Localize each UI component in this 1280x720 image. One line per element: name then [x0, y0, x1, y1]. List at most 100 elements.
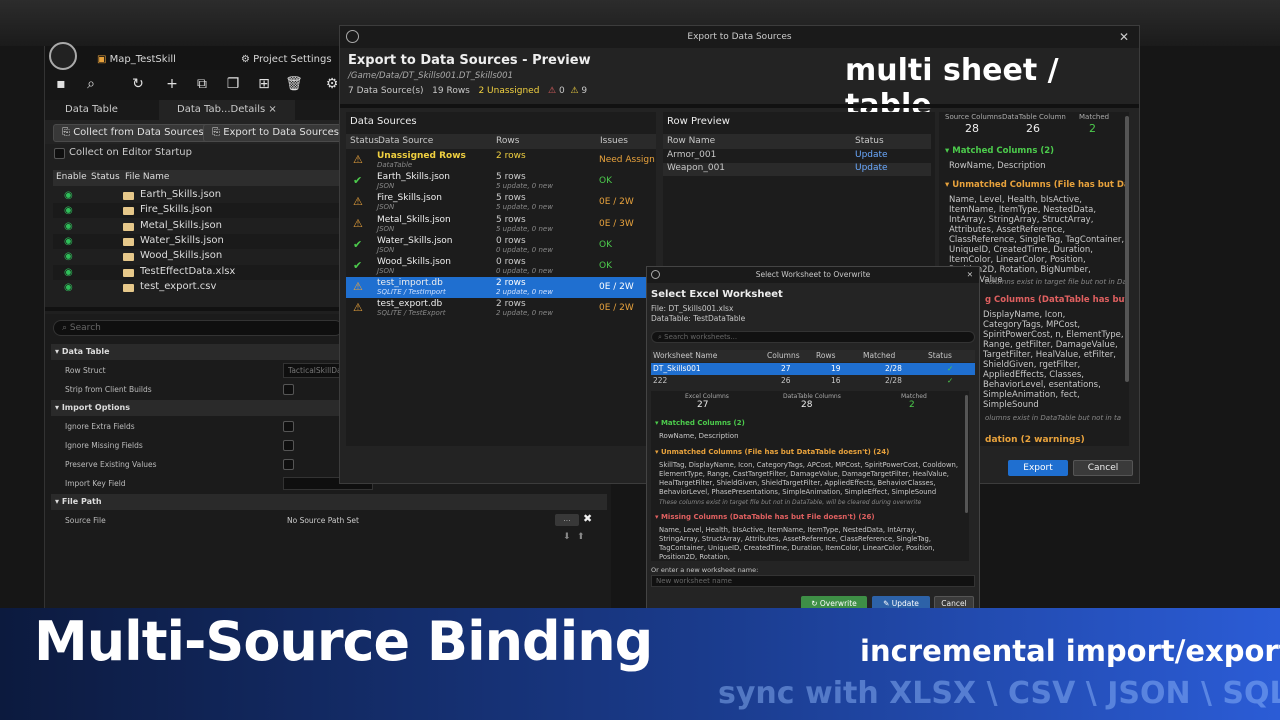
dialog-logo-icon [651, 270, 660, 279]
source-row-detail: 2 update, 0 new [496, 309, 553, 318]
preview-row[interactable]: Weapon_001 Update [663, 163, 931, 176]
new-worksheet-input[interactable]: New worksheet name [651, 575, 975, 587]
unmatched-title-label: Unmatched Columns (File has but DataTab [952, 180, 1129, 190]
ws-matched-title[interactable]: ▾ Matched Columns (2) [655, 419, 745, 427]
duplicate-icon[interactable]: ⊞ [253, 73, 275, 95]
data-source-row[interactable]: ⚠ Metal_Skills.json JSON 5 rows 5 update, 0 … [346, 214, 656, 235]
save-icon[interactable]: ▪ [50, 73, 72, 95]
source-rows: 2 rows [496, 151, 526, 161]
add-row-icon[interactable]: + [161, 73, 183, 95]
source-type: SQLITE / TestExport [377, 309, 446, 318]
eye-icon[interactable]: ◉ [64, 205, 73, 216]
eye-icon[interactable]: ◉ [64, 267, 73, 278]
ignore-extra-checkbox[interactable] [283, 421, 294, 432]
source-type: JSON [377, 267, 395, 275]
strip-checkbox[interactable] [283, 384, 294, 395]
eye-icon[interactable]: ◉ [64, 236, 73, 247]
data-source-row[interactable]: ✔ Wood_Skills.json JSON 0 rows 0 update, 0 n… [346, 256, 656, 277]
worksheet-row[interactable]: 222 26 16 2/28 ✓ [651, 375, 975, 387]
source-file-value: No Source Path Set [287, 516, 359, 525]
tab-details-label: Data Tab...Details [177, 104, 266, 115]
datatable-columns-label: DataTable Column [1002, 113, 1066, 121]
folder-icon [123, 268, 134, 277]
matched-label: Matched [1079, 113, 1110, 121]
source-issues: 0E / 2W [599, 303, 634, 314]
tab-details[interactable]: Data Tab...Details × [159, 100, 295, 120]
source-row-detail: 0 update, 0 new [496, 267, 553, 275]
worksheet-cell: 27 [781, 364, 791, 373]
tab-map[interactable]: ▣ Map_TestSkill [89, 49, 184, 70]
source-row-detail: 5 update, 0 new [496, 182, 553, 191]
row-preview-title: Row Preview [667, 116, 730, 127]
col-status: Status [928, 351, 952, 360]
tab-project-settings-label: Project Settings [253, 54, 332, 65]
unmatched-title[interactable]: ▾ Unmatched Columns (File has but DataTa… [945, 180, 1129, 190]
browse-icon[interactable]: ⌕ [80, 73, 102, 95]
file-name: Metal_Skills.json [140, 219, 222, 231]
validation-title: dation (2 warnings) [985, 435, 1085, 445]
tab-project-settings[interactable]: ⚙ Project Settings [233, 49, 340, 70]
collect-startup-label: Collect on Editor Startup [69, 147, 192, 158]
prop-preserve-label: Preserve Existing Values [65, 460, 157, 469]
export-title: Export to Data Sources - Preview [348, 53, 591, 68]
collect-startup-checkbox[interactable] [54, 148, 65, 159]
eye-icon[interactable]: ◉ [64, 190, 73, 201]
worksheet-row[interactable]: DT_Skills001 27 19 2/28 ✓ [651, 363, 975, 375]
file-name: Water_Skills.json [140, 234, 224, 246]
export-cancel-button[interactable]: Cancel [1073, 460, 1133, 476]
ws-unmatched-title[interactable]: ▾ Unmatched Columns (File has but DataTa… [655, 448, 889, 456]
excel-columns-label: Excel Columns [685, 393, 729, 400]
prop-source-file: Source File No Source Path Set... ✖ [51, 512, 607, 530]
worksheet-search[interactable]: ⌕ Search worksheets... [651, 331, 975, 343]
data-source-row[interactable]: ✔ Water_Skills.json JSON 0 rows 0 update, 0 … [346, 235, 656, 256]
section-import-label: Import Options [61, 403, 130, 412]
copy-icon[interactable]: ⧉ [191, 73, 213, 95]
paste-icon[interactable]: ❐ [222, 73, 244, 95]
warning-icon: ⚠ [353, 280, 363, 294]
data-source-row[interactable]: ✔ Earth_Skills.json JSON 5 rows 5 update, 0 … [346, 171, 656, 192]
worksheet-cell: ✓ [947, 376, 954, 385]
folder-icon [123, 192, 134, 200]
reimport-icon[interactable]: ↻ [127, 73, 149, 95]
missing-note: olumns exist in DataTable but not in ta [985, 414, 1122, 422]
worksheet-cell: 222 [653, 376, 668, 385]
section-filepath[interactable]: ▾ File Path [51, 494, 607, 510]
data-source-row[interactable]: ⚠ test_import.db SQLITE / TestImport 2 rows… [346, 277, 656, 299]
data-source-row[interactable]: ⚠ Fire_Skills.json JSON 5 rows 5 update, 0 n… [346, 192, 656, 213]
ws-missing-title[interactable]: ▾ Missing Columns (DataTable has but Fil… [655, 513, 875, 521]
export-button[interactable]: ⎘ Export to Data Sources [203, 124, 348, 142]
worksheet-title: Select Excel Worksheet [651, 289, 783, 300]
folder-icon [123, 207, 134, 216]
worksheet-search-placeholder: Search worksheets... [664, 333, 738, 341]
browse-source-button[interactable]: ... [555, 514, 579, 526]
collect-button[interactable]: ⎘ Collect from Data Sources [53, 124, 213, 142]
eye-icon[interactable]: ◉ [64, 251, 73, 262]
preview-row[interactable]: Armor_001 Update [663, 150, 931, 163]
row-preview-header: Row Name Status [663, 134, 931, 149]
scrollbar[interactable] [1125, 116, 1129, 382]
export-confirm-button[interactable]: Export [1008, 460, 1068, 476]
worksheet-cell: 2/28 [885, 364, 902, 373]
details-search[interactable]: ⌕ Search [53, 320, 343, 336]
data-source-row[interactable]: ⚠ test_export.db SQLITE / TestExport 2 rows… [346, 298, 656, 319]
delete-icon[interactable]: 🗑 [283, 73, 305, 95]
ignore-missing-checkbox[interactable] [283, 440, 294, 451]
close-icon[interactable]: × [268, 104, 276, 115]
eye-icon[interactable]: ◉ [64, 282, 73, 293]
search-icon: ⌕ [658, 333, 662, 341]
move-up-icon[interactable]: ⬆ [577, 532, 585, 542]
scrollbar[interactable] [965, 395, 968, 513]
preserve-checkbox[interactable] [283, 459, 294, 470]
matched-title[interactable]: ▾ Matched Columns (2) [945, 146, 1054, 156]
move-down-icon[interactable]: ⬇ [563, 532, 571, 542]
unmatched-note: columns exist in target file but not in … [985, 278, 1129, 286]
worksheet-cell: DT_Skills001 [653, 364, 701, 373]
col-enable: Enable [56, 172, 87, 182]
eye-icon[interactable]: ◉ [64, 221, 73, 232]
tab-datatable[interactable]: Data Table [47, 100, 136, 120]
close-icon[interactable]: ✕ [1119, 26, 1129, 48]
close-icon[interactable]: ✕ [967, 267, 973, 283]
clear-source-icon[interactable]: ✖ [583, 512, 592, 525]
data-source-row[interactable]: ⚠ Unassigned Rows DataTable 2 rows Need Assi… [346, 150, 656, 171]
source-type: JSON [377, 245, 395, 254]
